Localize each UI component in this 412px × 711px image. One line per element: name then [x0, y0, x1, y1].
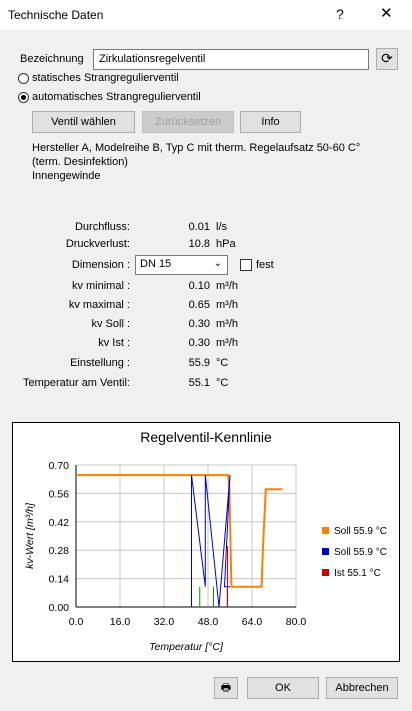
radio-automatic[interactable]: automatisches Strangregulierventil [18, 91, 201, 103]
druckverlust-value: 10.8 [188, 238, 210, 250]
description-line-2: (term. Desinfektion) [32, 156, 128, 168]
bezeichnung-label: Bezeichnung [20, 53, 84, 65]
legend-swatch-1 [322, 548, 329, 555]
kv-min-label: kv minimal : [71, 280, 130, 292]
kv-min-unit: m³/h [216, 280, 238, 292]
chart-title: Regelventil-Kennlinie [140, 429, 272, 445]
ok-button[interactable]: OK [247, 677, 319, 699]
description-line-3: Innengewinde [32, 170, 101, 182]
radio-automatic-label: automatisches Strangregulierventil [32, 91, 201, 103]
legend-swatch-0 [322, 527, 329, 534]
legend-label-1: Soll 55.9 °C [334, 547, 387, 558]
refresh-icon: ⟳ [381, 50, 393, 66]
chart-panel: Regelventil-Kennlinie 0.00 0.14 0.28 0.42 0.5… [12, 422, 400, 662]
y-axis-label: kv-Wert [m³/h] [24, 502, 36, 569]
einstellung-unit: °C [216, 357, 229, 369]
dimension-select[interactable]: DN 15 ⌄ [135, 255, 228, 275]
help-button[interactable]: ? [336, 6, 344, 22]
choose-valve-button[interactable]: Ventil wählen [32, 111, 135, 133]
legend-label-0: Soll 55.9 °C [334, 526, 387, 537]
druckverlust-unit: hPa [216, 238, 236, 250]
durchfluss-value: 0.01 [188, 221, 210, 233]
cancel-button[interactable]: Abbrechen [326, 677, 398, 699]
x-axis-label: Temperatur [°C] [149, 641, 224, 653]
radio-automatic-dot[interactable] [18, 91, 29, 103]
fest-checkbox[interactable] [240, 259, 252, 271]
einstellung-label: Einstellung : [70, 357, 130, 369]
refresh-button[interactable]: ⟳ [376, 48, 398, 70]
y-tick-label: 0.70 [49, 460, 70, 472]
kv-ist-value: 0.30 [188, 337, 210, 349]
kv-max-label: kv maximal : [68, 299, 130, 311]
kennlinie-chart: Regelventil-Kennlinie 0.00 0.14 0.28 0.42 0.5… [24, 429, 387, 653]
kv-soll-value: 0.30 [188, 318, 210, 330]
kv-ist-label: kv Ist : [98, 337, 130, 349]
kv-max-value: 0.65 [188, 299, 210, 311]
chevron-down-icon: ⌄ [213, 258, 222, 269]
close-button[interactable]: ✕ [380, 4, 393, 22]
legend-label-2: Ist 55.1 °C [334, 568, 381, 579]
x-tick-label: 16.0 [110, 616, 131, 628]
bezeichnung-input[interactable]: Zirkulationsregelventil [93, 49, 369, 70]
legend-swatch-2 [322, 569, 329, 576]
kv-soll-label: kv Soll : [91, 318, 130, 330]
temperatur-label: Temperatur am Ventil: [23, 377, 130, 389]
print-button[interactable]: 🖶 [214, 677, 238, 699]
temperatur-value: 55.1 [188, 377, 210, 389]
radio-static-label: statisches Strangregulierventil [32, 72, 179, 84]
title-bar: Technische Daten ? ✕ [0, 0, 412, 30]
kv-ist-unit: m³/h [216, 337, 238, 349]
fest-label: fest [256, 259, 274, 271]
kv-soll-unit: m³/h [216, 318, 238, 330]
reset-button[interactable]: Zurücksetzen [142, 111, 234, 133]
dimension-select-value: DN 15 [140, 258, 172, 270]
y-tick-label: 0.14 [49, 574, 70, 586]
printer-icon: 🖶 [220, 682, 232, 694]
kv-min-value: 0.10 [188, 280, 210, 292]
dimension-label: Dimension : [71, 259, 130, 271]
durchfluss-unit: l/s [216, 221, 227, 233]
description-line-1: Hersteller A, Modelreihe B, Typ C mit th… [32, 142, 361, 154]
info-button[interactable]: Info [240, 111, 301, 133]
series-line-1 [191, 475, 231, 608]
radio-static-dot[interactable] [18, 72, 29, 84]
durchfluss-label: Durchfluss: [74, 221, 130, 233]
x-tick-label: 48.0 [198, 616, 219, 628]
window-title: Technische Daten [8, 8, 104, 22]
x-tick-label: 0.0 [69, 616, 84, 628]
y-tick-label: 0.28 [49, 545, 70, 557]
druckverlust-label: Druckverlust: [65, 238, 130, 250]
temperatur-unit: °C [216, 377, 229, 389]
series-line-0 [76, 474, 283, 588]
kv-max-unit: m³/h [216, 299, 238, 311]
einstellung-value: 55.9 [188, 357, 210, 369]
y-tick-label: 0.56 [49, 488, 70, 500]
x-tick-label: 80.0 [286, 616, 307, 628]
y-tick-label: 0.42 [49, 517, 70, 529]
x-tick-label: 64.0 [242, 616, 263, 628]
x-tick-label: 32.0 [154, 616, 175, 628]
y-tick-label: 0.00 [49, 602, 70, 614]
radio-static[interactable]: statisches Strangregulierventil [18, 72, 179, 84]
